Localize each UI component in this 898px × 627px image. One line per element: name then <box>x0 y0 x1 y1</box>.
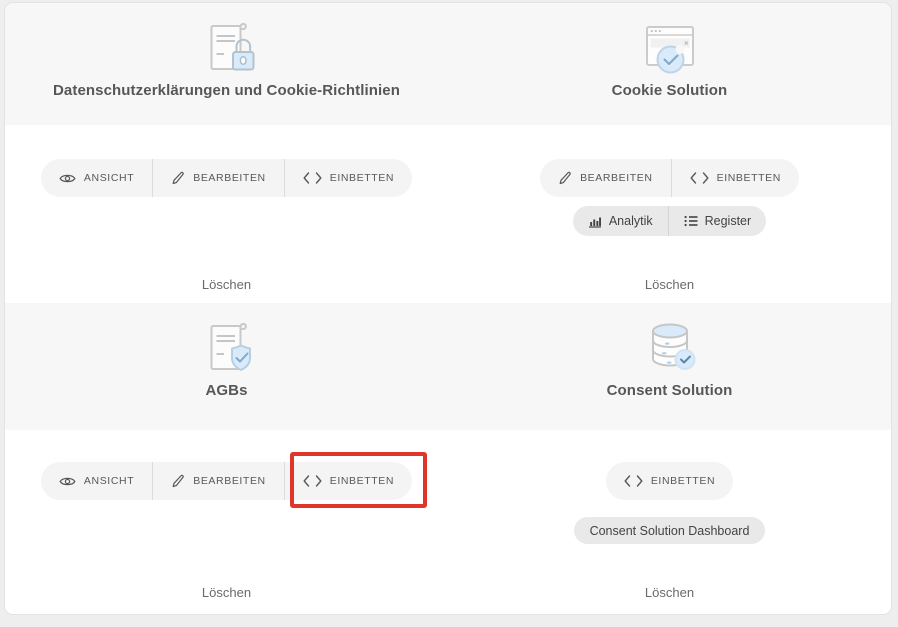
document-shield-icon <box>195 314 259 376</box>
register-button[interactable]: Register <box>668 206 767 236</box>
register-button-label: Register <box>705 214 752 228</box>
privacy-policy-actions: ANSICHT BEARBEITEN EINBETTEN Löschen <box>5 125 448 303</box>
agbs-actions: ANSICHT BEARBEITEN EINBETTEN Löschen <box>5 430 448 614</box>
eye-icon <box>59 475 76 488</box>
delete-link[interactable]: Löschen <box>645 277 694 292</box>
code-icon <box>690 172 709 184</box>
consent-action-group: EINBETTEN <box>606 462 733 500</box>
product-consent-solution: Consent Solution <box>448 303 891 430</box>
embed-button-label: EINBETTEN <box>330 172 394 184</box>
code-icon <box>303 475 322 487</box>
privacy-action-group: ANSICHT BEARBEITEN EINBETTEN <box>41 159 412 197</box>
products-card: Datenschutzerklärungen und Cookie-Richtl… <box>4 2 892 615</box>
embed-button-label: EINBETTEN <box>330 475 394 487</box>
database-check-icon <box>638 314 702 376</box>
products-header-row-1: Datenschutzerklärungen und Cookie-Richtl… <box>5 3 891 125</box>
embed-button-label: EINBETTEN <box>651 475 715 487</box>
products-header-row-2: AGBs Consent Solution <box>5 303 891 430</box>
delete-link[interactable]: Löschen <box>202 277 251 292</box>
embed-button-highlighted[interactable]: EINBETTEN <box>284 462 412 500</box>
actions-row-2: ANSICHT BEARBEITEN EINBETTEN Löschen <box>5 430 891 614</box>
code-icon <box>303 172 322 184</box>
eye-icon <box>59 172 76 185</box>
actions-row-1: ANSICHT BEARBEITEN EINBETTEN Löschen <box>5 125 891 303</box>
list-icon <box>684 215 698 227</box>
document-lock-icon <box>195 14 259 76</box>
edit-button[interactable]: BEARBEITEN <box>152 159 284 197</box>
product-title: Consent Solution <box>607 382 733 399</box>
pencil-icon <box>171 171 185 185</box>
delete-link[interactable]: Löschen <box>645 585 694 600</box>
embed-button[interactable]: EINBETTEN <box>606 462 733 500</box>
embed-button[interactable]: EINBETTEN <box>284 159 412 197</box>
browser-cookie-icon <box>638 14 702 76</box>
bar-chart-icon <box>588 215 602 228</box>
cookie-secondary-group: Analytik Register <box>573 206 766 236</box>
view-button[interactable]: ANSICHT <box>41 159 152 197</box>
edit-button-label: BEARBEITEN <box>580 172 653 184</box>
product-title: AGBs <box>205 382 247 399</box>
view-button-label: ANSICHT <box>84 172 134 184</box>
edit-button-label: BEARBEITEN <box>193 172 266 184</box>
product-privacy-policy: Datenschutzerklärungen und Cookie-Richtl… <box>5 3 448 125</box>
analytics-button[interactable]: Analytik <box>573 206 668 236</box>
agbs-action-group: ANSICHT BEARBEITEN EINBETTEN <box>41 462 412 500</box>
product-title: Datenschutzerklärungen und Cookie-Richtl… <box>53 82 400 99</box>
cookie-solution-actions: BEARBEITEN EINBETTEN <box>448 125 891 303</box>
consent-solution-actions: EINBETTEN Consent Solution Dashboard Lös… <box>448 430 891 614</box>
edit-button[interactable]: BEARBEITEN <box>540 159 671 197</box>
code-icon <box>624 475 643 487</box>
pencil-icon <box>171 474 185 488</box>
consent-dashboard-label: Consent Solution Dashboard <box>590 524 750 538</box>
embed-button-label: EINBETTEN <box>717 172 781 184</box>
embed-button[interactable]: EINBETTEN <box>671 159 799 197</box>
delete-link[interactable]: Löschen <box>202 585 251 600</box>
analytics-button-label: Analytik <box>609 214 653 228</box>
edit-button[interactable]: BEARBEITEN <box>152 462 284 500</box>
view-button-label: ANSICHT <box>84 475 134 487</box>
edit-button-label: BEARBEITEN <box>193 475 266 487</box>
cookie-action-group: BEARBEITEN EINBETTEN <box>540 159 799 197</box>
product-agbs: AGBs <box>5 303 448 430</box>
product-cookie-solution: Cookie Solution <box>448 3 891 125</box>
view-button[interactable]: ANSICHT <box>41 462 152 500</box>
pencil-icon <box>558 171 572 185</box>
consent-dashboard-button[interactable]: Consent Solution Dashboard <box>574 517 766 544</box>
product-title: Cookie Solution <box>612 82 728 99</box>
